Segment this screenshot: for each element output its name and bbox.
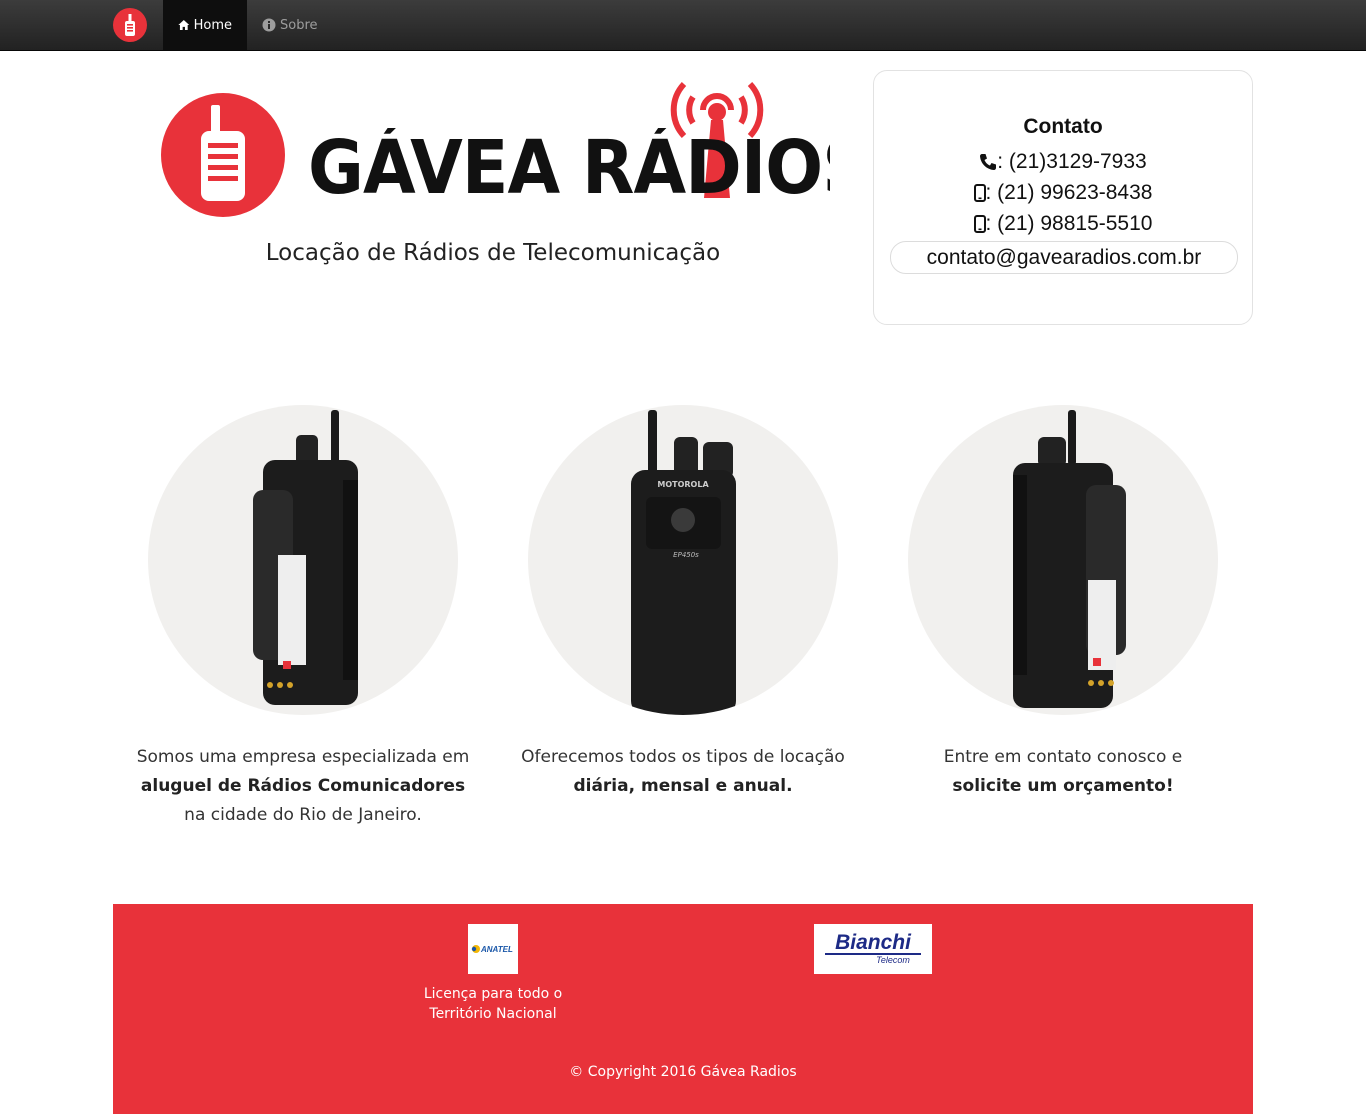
brand-radio-icon[interactable] bbox=[113, 8, 147, 42]
contact-phone-mobile-1[interactable]: : (21) 99623-8438 bbox=[874, 181, 1252, 205]
copyright: © Copyright 2016 Gávea Radios bbox=[569, 1064, 797, 1080]
phone-icon bbox=[980, 154, 997, 170]
nav-home-link[interactable]: Home bbox=[163, 0, 247, 50]
feature-text-1: Somos uma empresa especializada em alugu… bbox=[108, 743, 498, 830]
brand-wordmark: GÁVEA RÁDIOS bbox=[308, 128, 830, 208]
feature-1-highlight: aluguel de Rádios Comunicadores bbox=[140, 776, 466, 796]
tagline: Locação de Rádios de Telecomunicação bbox=[265, 240, 721, 266]
nav-sobre-link[interactable]: Sobre bbox=[247, 0, 333, 50]
feature-text-3: Entre em contato conosco e solicite um o… bbox=[868, 743, 1258, 801]
feature-text-2: Oferecemos todos os tipos de locação diá… bbox=[488, 743, 878, 801]
radio-photo-side-right bbox=[908, 405, 1218, 715]
svg-text:MOTOROLA: MOTOROLA bbox=[657, 480, 709, 489]
anatel-logo-text: ANATEL bbox=[480, 945, 513, 954]
feature-contact-quote: Entre em contato conosco e solicite um o… bbox=[908, 405, 1218, 796]
top-navbar: Home Sobre bbox=[0, 0, 1366, 51]
home-icon bbox=[178, 19, 190, 31]
info-circle-icon bbox=[262, 18, 276, 32]
gavea-radios-logo: GÁVEA RÁDIOS bbox=[160, 68, 830, 228]
radio-photo-front: MOTOROLA EP450s bbox=[528, 405, 838, 715]
contact-box: Contato : (21)3129-7933 : (21) 99623-843… bbox=[873, 70, 1253, 325]
anatel-logo[interactable]: ANATEL bbox=[468, 924, 518, 974]
bianchi-logo-main: Bianchi bbox=[835, 931, 911, 954]
feature-2-line-1: Oferecemos todos os tipos de locação bbox=[521, 747, 845, 767]
svg-text:EP450s: EP450s bbox=[673, 551, 699, 559]
contact-email-link[interactable]: contato@gavearadios.com.br bbox=[890, 241, 1238, 274]
contact-phone-mobile-1-text: : (21) 99623-8438 bbox=[985, 181, 1153, 204]
footer: ANATEL Licença para todo o Território Na… bbox=[113, 904, 1253, 1114]
radio-photo-side-left bbox=[148, 405, 458, 715]
contact-phone-mobile-2[interactable]: : (21) 98815-5510 bbox=[874, 212, 1252, 236]
bianchi-telecom-logo[interactable]: Bianchi Telecom bbox=[814, 924, 932, 974]
feature-rental-specialist: Somos uma empresa especializada em alugu… bbox=[137, 405, 469, 825]
mobile-phone-icon bbox=[973, 215, 986, 233]
anatel-caption-line-2: Território Nacional bbox=[429, 1006, 557, 1022]
anatel-caption-line-1: Licença para todo o bbox=[423, 986, 563, 1002]
contact-phone-mobile-2-text: : (21) 98815-5510 bbox=[985, 212, 1153, 235]
feature-3-highlight: solicite um orçamento! bbox=[952, 776, 1174, 796]
anatel-license-caption: Licença para todo o Território Nacional bbox=[413, 984, 573, 1024]
feature-2-highlight: diária, mensal e anual. bbox=[573, 776, 793, 796]
mobile-phone-icon bbox=[973, 184, 986, 202]
feature-1-line-3: na cidade do Rio de Janeiro. bbox=[184, 805, 422, 825]
nav-home-label: Home bbox=[193, 17, 232, 33]
feature-rental-types: MOTOROLA EP450s Oferecemos todos os tipo… bbox=[521, 405, 845, 796]
feature-3-line-1: Entre em contato conosco e bbox=[943, 747, 1183, 767]
contact-phone-landline-text: : (21)3129-7933 bbox=[997, 150, 1147, 173]
brand-wordmark-text: GÁVEA RÁDIOS bbox=[308, 128, 830, 208]
feature-1-line-1: Somos uma empresa especializada em bbox=[136, 747, 470, 767]
nav-sobre-label: Sobre bbox=[280, 17, 318, 33]
contact-title: Contato bbox=[1023, 115, 1103, 138]
contact-phone-landline[interactable]: : (21)3129-7933 bbox=[874, 150, 1252, 174]
bianchi-logo-sub: Telecom bbox=[876, 955, 910, 965]
